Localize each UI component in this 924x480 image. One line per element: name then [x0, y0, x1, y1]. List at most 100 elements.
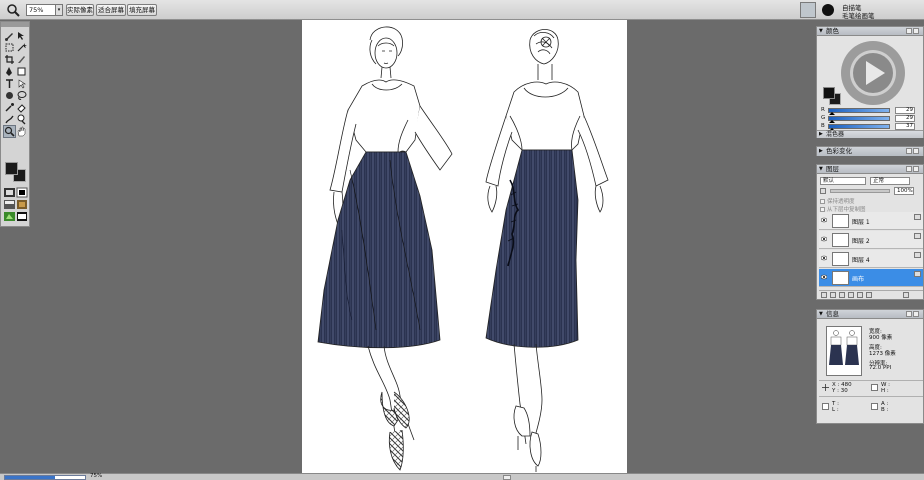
layer-row[interactable]: 图层 2	[819, 231, 923, 249]
visibility-eye-icon[interactable]	[821, 255, 827, 261]
info-panel-header[interactable]: ▼ 信息	[817, 310, 923, 319]
pen-icon[interactable]	[4, 66, 15, 77]
blue-channel-value[interactable]: 37	[895, 123, 915, 130]
navigator-preview[interactable]	[826, 326, 862, 376]
type-icon[interactable]	[4, 78, 15, 89]
brush-preset-icon[interactable]	[800, 2, 816, 18]
screen-mode-icon[interactable]	[4, 199, 28, 210]
slice-icon[interactable]	[16, 54, 27, 65]
layer-thumbnail	[832, 233, 849, 247]
marquee-icon[interactable]	[4, 42, 15, 53]
jump-to-icon[interactable]	[4, 211, 28, 222]
color-variability-header[interactable]: ▶ 色彩变化	[817, 147, 923, 156]
color-wheel[interactable]	[833, 39, 911, 107]
shape-icon[interactable]	[16, 66, 27, 77]
panel-menu-icon[interactable]	[906, 166, 912, 172]
pick-underlying-checkbox[interactable]: 从下层中复制图	[820, 205, 920, 213]
link-icon[interactable]	[848, 292, 854, 298]
visibility-eye-icon[interactable]	[821, 236, 827, 242]
zoom-tool-icon[interactable]	[6, 3, 20, 17]
brush-preset[interactable]: 自描笔 毛笔绘画笔	[798, 1, 922, 20]
eyedropper-icon[interactable]	[4, 102, 15, 113]
dodge-icon[interactable]	[16, 114, 27, 125]
layer-row[interactable]: 图层 1	[819, 212, 923, 230]
collapse-triangle-icon[interactable]: ▼	[819, 310, 823, 318]
panel-buttons[interactable]	[905, 166, 921, 172]
new-layer-icon[interactable]	[821, 292, 827, 298]
crop-icon[interactable]	[4, 54, 15, 65]
layer-row[interactable]: 图层 4	[819, 250, 923, 268]
red-channel-slider[interactable]	[828, 108, 890, 113]
red-channel-value[interactable]: 29	[895, 107, 915, 114]
group-icon[interactable]	[839, 292, 845, 298]
collapse-triangle-icon[interactable]: ▼	[819, 27, 823, 35]
panel-close-icon[interactable]	[913, 166, 919, 172]
layer-type-icon	[914, 252, 921, 258]
layer-type-icon	[914, 233, 921, 239]
expand-triangle-icon[interactable]: ▶	[819, 131, 823, 138]
zoom-slider[interactable]	[4, 475, 86, 480]
color-panel-title: 颜色	[826, 27, 839, 35]
panel-close-icon[interactable]	[913, 28, 919, 34]
layers-panel-header[interactable]: ▼ 图层	[817, 165, 923, 174]
toolbox-titlebar[interactable]	[1, 22, 29, 27]
mixer-header[interactable]: ▶ 混色器	[817, 130, 923, 138]
layer-name: 图层 1	[852, 219, 870, 226]
path-select-icon[interactable]	[16, 78, 27, 89]
visibility-eye-icon[interactable]	[821, 274, 827, 280]
panel-buttons[interactable]	[905, 28, 921, 34]
zoom-input[interactable]: 75%	[26, 4, 56, 16]
document-canvas[interactable]	[302, 20, 627, 473]
magic-wand-icon[interactable]	[16, 42, 27, 53]
readout-b: B :	[881, 407, 889, 413]
zoom-icon[interactable]	[3, 125, 16, 138]
keep-transparency-checkbox[interactable]: 保持透明度	[820, 197, 920, 205]
collapse-triangle-icon[interactable]: ▼	[819, 165, 823, 173]
mode-buttons[interactable]	[4, 187, 28, 198]
zoom-dropdown-icon[interactable]: ▾	[56, 4, 63, 16]
opacity-slider[interactable]	[830, 189, 890, 193]
layer-type-icon	[914, 271, 921, 277]
panel-buttons[interactable]	[905, 148, 921, 154]
red-channel-label: R	[821, 107, 825, 113]
opacity-value[interactable]: 100%	[894, 187, 914, 195]
layer-mask-icon[interactable]	[830, 292, 836, 298]
panel-close-icon[interactable]	[913, 148, 919, 154]
green-channel-value[interactable]: 29	[895, 115, 915, 122]
actual-pixels-button[interactable]: 实际像素	[66, 4, 94, 16]
expand-triangle-icon[interactable]: ▶	[819, 147, 823, 155]
composite-mode-dropdown[interactable]: 正常	[870, 177, 910, 185]
blend-mode-dropdown[interactable]: 默认	[820, 177, 866, 185]
panel-close-icon[interactable]	[913, 311, 919, 317]
color-swatches[interactable]	[5, 162, 29, 184]
panel-menu-icon[interactable]	[906, 28, 912, 34]
brush-icon[interactable]	[4, 30, 15, 41]
panel-menu-icon[interactable]	[906, 311, 912, 317]
merge-icon[interactable]	[866, 292, 872, 298]
back-figure	[485, 29, 609, 472]
opacity-controls: 100%	[820, 187, 922, 195]
color-variability-title: 色彩变化	[826, 147, 852, 155]
hand-icon[interactable]	[16, 126, 27, 137]
panel-buttons[interactable]	[905, 311, 921, 317]
smudge-icon[interactable]	[4, 114, 15, 125]
fit-screen-button[interactable]: 适合屏幕	[96, 4, 126, 16]
readout-l: L :	[832, 407, 839, 413]
move-icon[interactable]	[16, 30, 27, 41]
trash-icon[interactable]	[903, 292, 909, 298]
duplicate-icon[interactable]	[857, 292, 863, 298]
blur-icon[interactable]	[4, 90, 15, 101]
foreground-color-swatch[interactable]	[5, 162, 18, 175]
horizontal-scrollbar[interactable]	[503, 475, 511, 480]
panel-menu-icon[interactable]	[906, 148, 912, 154]
layer-lock-icon[interactable]	[820, 188, 826, 194]
lasso-icon[interactable]	[16, 90, 27, 101]
fill-screen-button[interactable]: 填充屏幕	[127, 4, 157, 16]
eraser-icon[interactable]	[16, 102, 27, 113]
green-channel-slider[interactable]	[828, 116, 890, 121]
color-panel-header[interactable]: ▼ 颜色	[817, 27, 923, 36]
primary-color-swatch[interactable]	[823, 87, 835, 99]
visibility-eye-icon[interactable]	[821, 217, 827, 223]
layer-row[interactable]: 画布	[819, 269, 923, 287]
blue-channel-slider[interactable]	[828, 124, 890, 129]
